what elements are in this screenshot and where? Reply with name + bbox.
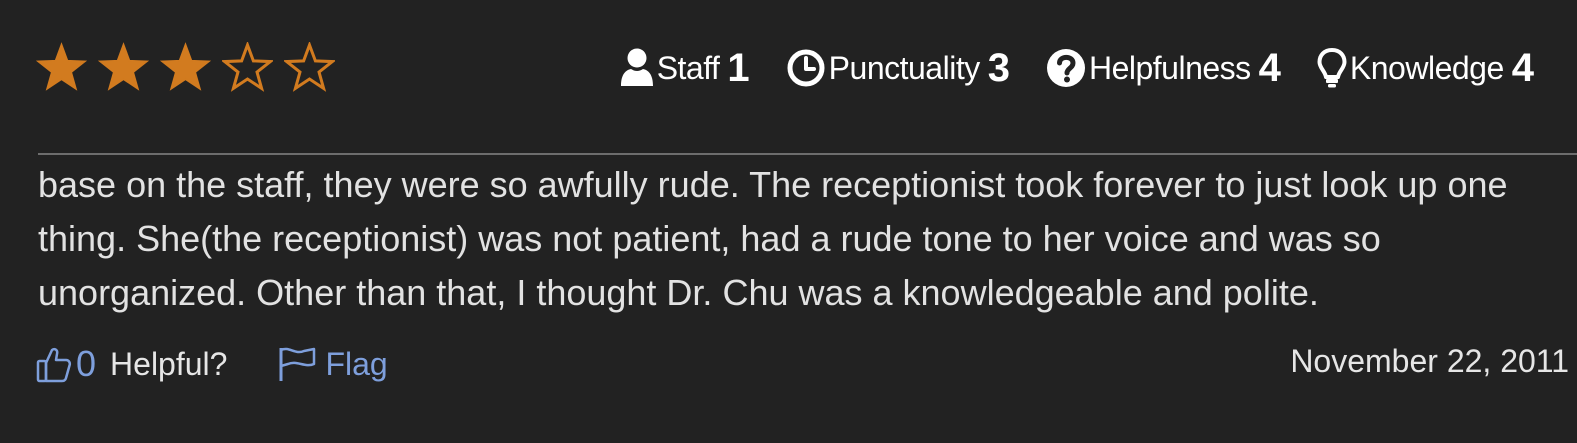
review-text: base on the staff, they were so awfully … — [38, 164, 1508, 313]
user-icon — [620, 48, 654, 88]
rating-helpfulness: Helpfulness 4 — [1046, 46, 1281, 91]
star-icon — [284, 42, 335, 93]
star-icon — [160, 42, 211, 93]
rating-score: 1 — [727, 45, 750, 90]
star-icon — [36, 42, 87, 93]
helpful-count[interactable]: 0 — [76, 343, 96, 385]
overall-star-rating — [36, 42, 335, 93]
divider — [38, 153, 1577, 155]
clock-icon — [786, 48, 826, 88]
rating-label: Staff — [656, 49, 720, 86]
rating-staff: Staff 1 — [620, 46, 750, 91]
review-date: November 22, 2011 — [1290, 343, 1569, 379]
thumbs-up-icon[interactable] — [36, 345, 72, 383]
question-circle-icon — [1046, 48, 1086, 88]
flag-icon — [277, 346, 317, 382]
rating-label: Knowledge — [1349, 49, 1504, 86]
rating-label: Helpfulness — [1088, 49, 1251, 86]
rating-label: Punctuality — [828, 49, 981, 86]
rating-punctuality: Punctuality 3 — [786, 46, 1010, 91]
rating-score: 4 — [1258, 45, 1281, 90]
rating-score: 4 — [1511, 45, 1534, 90]
category-ratings: Staff 1 Punctuality 3 Helpfulness 4 Know… — [620, 40, 1534, 96]
flag-button[interactable]: Flag — [277, 346, 388, 383]
helpful-label: Helpful? — [110, 345, 228, 382]
lightbulb-icon — [1317, 47, 1347, 89]
flag-label[interactable]: Flag — [325, 346, 387, 383]
star-icon — [98, 42, 149, 93]
review-actions: 0 Helpful? Flag — [36, 340, 388, 388]
rating-score: 3 — [987, 45, 1010, 90]
rating-knowledge: Knowledge 4 — [1317, 46, 1534, 91]
star-icon — [222, 42, 273, 93]
